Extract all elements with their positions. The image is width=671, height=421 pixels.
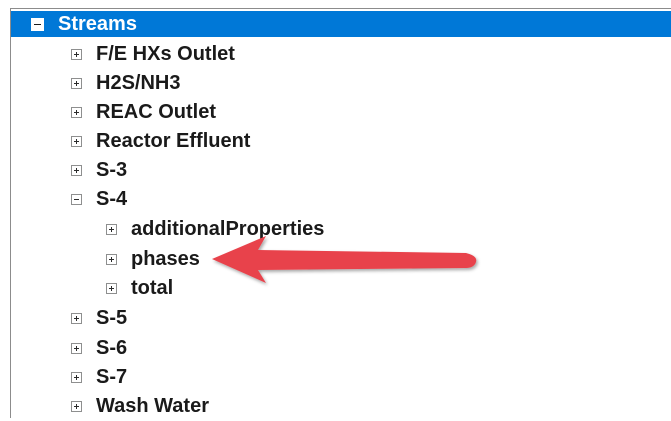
tree-node-s-4[interactable]: S-4 bbox=[71, 185, 127, 214]
tree-node-s-3[interactable]: S-3 bbox=[71, 156, 127, 185]
tree-node-label: REAC Outlet bbox=[96, 101, 216, 123]
expand-icon[interactable] bbox=[71, 313, 82, 324]
expand-icon[interactable] bbox=[106, 254, 117, 265]
tree-node-label: Streams bbox=[58, 12, 137, 35]
tree-node-h2s-nh3[interactable]: H2S/NH3 bbox=[71, 69, 180, 98]
tree-node-s-5[interactable]: S-5 bbox=[71, 304, 127, 333]
expand-icon[interactable] bbox=[106, 283, 117, 294]
tree-node-label: S-5 bbox=[96, 307, 128, 329]
collapse-icon[interactable] bbox=[31, 17, 44, 31]
tree-node-streams[interactable]: Streams bbox=[11, 11, 671, 37]
tree-node-total[interactable]: total bbox=[106, 274, 173, 303]
tree-node-s-7[interactable]: S-7 bbox=[71, 363, 127, 392]
tree-node-label: phases bbox=[131, 248, 200, 270]
expand-icon[interactable] bbox=[106, 224, 117, 235]
tree-node-reac-outlet[interactable]: REAC Outlet bbox=[71, 98, 216, 127]
tree-node-label: S-4 bbox=[96, 188, 128, 210]
expand-icon[interactable] bbox=[71, 401, 82, 412]
collapse-icon[interactable] bbox=[71, 194, 82, 205]
tree-node-label: additionalProperties bbox=[131, 218, 325, 240]
tree-node-label: S-3 bbox=[96, 159, 128, 181]
expand-icon[interactable] bbox=[71, 78, 82, 89]
tree-node-additional-properties[interactable]: additionalProperties bbox=[106, 215, 324, 244]
stream-tree-panel: Streams F/E HXs Outlet H2S/NH3 REAC Outl… bbox=[10, 8, 671, 418]
tree-node-wash-water[interactable]: Wash Water bbox=[71, 392, 209, 421]
expand-icon[interactable] bbox=[71, 49, 82, 60]
tree-node-fe-hxs-outlet[interactable]: F/E HXs Outlet bbox=[71, 40, 235, 69]
tree-node-label: S-6 bbox=[96, 337, 128, 359]
expand-icon[interactable] bbox=[71, 136, 82, 147]
tree-node-label: H2S/NH3 bbox=[96, 72, 181, 94]
tree-node-label: F/E HXs Outlet bbox=[96, 43, 235, 65]
expand-icon[interactable] bbox=[71, 107, 82, 118]
tree-node-s-6[interactable]: S-6 bbox=[71, 334, 127, 363]
tree-node-reactor-effluent[interactable]: Reactor Effluent bbox=[71, 127, 250, 156]
tree-node-phases[interactable]: phases bbox=[106, 245, 200, 274]
expand-icon[interactable] bbox=[71, 343, 82, 354]
tree-node-label: S-7 bbox=[96, 366, 128, 388]
tree-node-label: Wash Water bbox=[96, 395, 209, 417]
expand-icon[interactable] bbox=[71, 372, 82, 383]
tree-node-label: total bbox=[131, 277, 174, 299]
tree-node-label: Reactor Effluent bbox=[96, 130, 251, 152]
expand-icon[interactable] bbox=[71, 165, 82, 176]
